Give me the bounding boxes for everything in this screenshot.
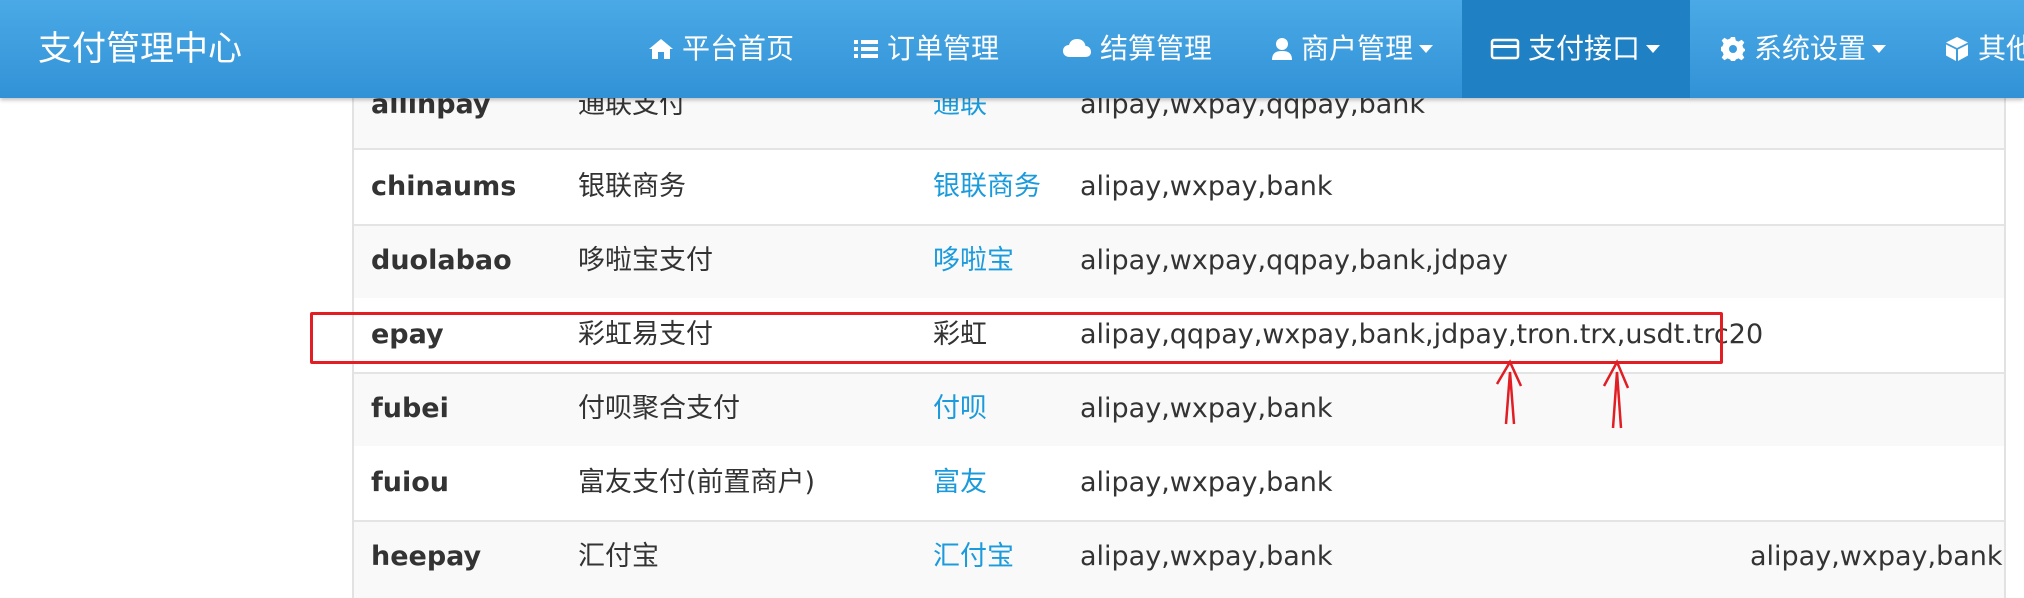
- table-row[interactable]: fuiou 富友支付(前置商户) 富友 alipay,wxpay,bank: [354, 446, 2004, 522]
- plugin-paytypes: alipay,wxpay,bank: [1080, 541, 1333, 572]
- plugin-paytypes: alipay,wxpay,bank: [1080, 467, 1333, 498]
- brand-title[interactable]: 支付管理中心: [38, 0, 242, 98]
- gear-icon: [1721, 37, 1745, 61]
- home-icon: [649, 39, 673, 59]
- plugin-name: chinaums: [371, 171, 517, 202]
- chevron-down-icon: [1419, 45, 1434, 53]
- nav-merchants[interactable]: 商户管理: [1271, 0, 1434, 98]
- top-navbar: 支付管理中心 平台首页 订单管理 结算管理 商户管理 支付接口 系统设置 其他: [0, 0, 2024, 98]
- plugin-paytypes: alipay,wxpay,bank: [1080, 171, 1333, 202]
- table-row[interactable]: fubei 付呗聚合支付 付呗 alipay,wxpay,bank: [354, 372, 2004, 448]
- nav-other-label: 其他: [1978, 32, 2024, 65]
- plugin-paytypes: alipay,wxpay,qqpay,bank,jdpay: [1080, 245, 1508, 276]
- list-icon: [854, 40, 878, 58]
- plugin-company-link[interactable]: 银联商务: [933, 150, 1041, 224]
- cube-icon: [1946, 37, 1968, 61]
- plugin-name: heepay: [371, 541, 482, 572]
- chevron-down-icon: [1646, 45, 1661, 53]
- plugin-paytypes: alipay,wxpay,bank: [1080, 393, 1333, 424]
- plugin-paytypes-overflow: alipay,wxpay,bank: [1750, 541, 2003, 572]
- nav-settlement[interactable]: 结算管理: [1062, 0, 1212, 98]
- plugin-company-link[interactable]: 富友: [933, 446, 987, 520]
- nav-payment-interface[interactable]: 支付接口: [1462, 0, 1691, 98]
- highlight-box: [310, 312, 1723, 364]
- nav-orders-label: 订单管理: [887, 32, 1000, 65]
- plugin-showname: 汇付宝: [578, 541, 659, 572]
- nav-system-settings-label: 系统设置: [1754, 32, 1867, 65]
- nav-home[interactable]: 平台首页: [648, 0, 794, 98]
- plugin-showname: 付呗聚合支付: [578, 393, 740, 424]
- nav-settlement-label: 结算管理: [1100, 32, 1213, 65]
- cloud-icon: [1063, 39, 1091, 57]
- table-row[interactable]: chinaums 银联商务 银联商务 alipay,wxpay,bank: [354, 150, 2004, 226]
- nav-home-label: 平台首页: [682, 32, 795, 65]
- credit-card-icon: [1490, 38, 1520, 60]
- nav-other[interactable]: 其他: [1944, 0, 2024, 98]
- nav-merchants-label: 商户管理: [1301, 32, 1414, 65]
- nav-payment-interface-label: 支付接口: [1528, 32, 1641, 65]
- plugin-name: fuiou: [371, 467, 449, 498]
- plugin-company-link[interactable]: 付呗: [933, 372, 987, 446]
- table-row[interactable]: duolabao 哆啦宝支付 哆啦宝 alipay,wxpay,qqpay,ba…: [354, 224, 2004, 300]
- plugin-company-link[interactable]: 哆啦宝: [933, 224, 1014, 298]
- table-row[interactable]: heepay 汇付宝 汇付宝 alipay,wxpay,bank alipay,…: [354, 520, 2004, 594]
- plugin-name: fubei: [371, 393, 449, 424]
- nav-system-settings[interactable]: 系统设置: [1720, 0, 1887, 98]
- chevron-down-icon: [1872, 45, 1887, 53]
- nav-orders[interactable]: 订单管理: [853, 0, 999, 98]
- plugin-showname: 富友支付(前置商户): [578, 467, 816, 498]
- user-icon: [1272, 38, 1292, 60]
- plugin-company-link[interactable]: 汇付宝: [933, 520, 1014, 594]
- plugin-showname: 哆啦宝支付: [578, 245, 713, 276]
- plugin-showname: 银联商务: [578, 171, 686, 202]
- plugin-name: duolabao: [371, 245, 512, 276]
